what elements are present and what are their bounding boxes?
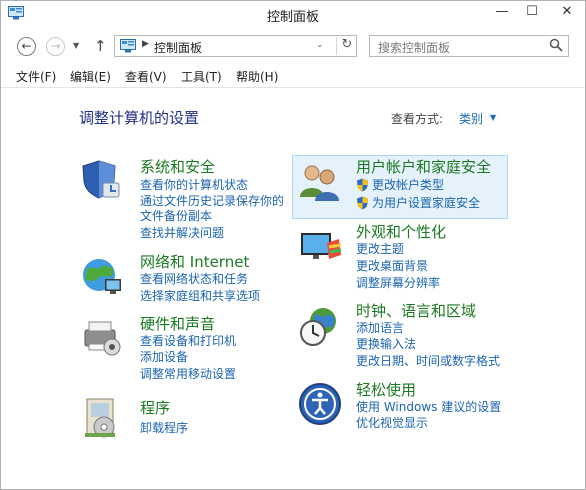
uac-shield-icon (357, 178, 368, 192)
search-icon[interactable] (549, 38, 563, 52)
link-family-safety[interactable]: 为用户设置家庭安全 (372, 195, 480, 211)
breadcrumb-control-panel[interactable]: 控制面板 (154, 39, 202, 56)
link-desktop-background[interactable]: 更改桌面背景 (356, 258, 428, 274)
link-homegroup-sharing[interactable]: 选择家庭组和共享选项 (140, 288, 260, 304)
control-panel-window: 控制面板 — ☐ ✕ ← → ▼ ↑ ▶ 控制面板 ⌄ ↻ 搜索控制面板 文件(… (0, 0, 586, 490)
recent-locations-dropdown[interactable]: ▼ (73, 41, 79, 50)
link-date-time-format[interactable]: 更改日期、时间或数字格式 (356, 353, 500, 369)
menu-view[interactable]: 查看(V) (125, 68, 167, 85)
link-devices-printers[interactable]: 查看设备和打印机 (140, 333, 236, 349)
control-panel-address-icon (120, 39, 136, 53)
link-change-theme[interactable]: 更改主题 (356, 241, 404, 257)
view-by-dropdown[interactable]: 类别 (459, 110, 483, 127)
category-ease-of-access[interactable]: 轻松使用 (356, 379, 416, 400)
category-clock-language-region[interactable]: 时钟、语言和区域 (356, 300, 476, 321)
navigation-bar: ← → ▼ ↑ ▶ 控制面板 ⌄ ↻ 搜索控制面板 (1, 29, 585, 63)
refresh-button[interactable]: ↻ (336, 37, 357, 55)
programs-icon[interactable] (79, 395, 125, 441)
network-internet-icon[interactable] (79, 253, 125, 299)
view-by-label: 查看方式: (391, 112, 444, 126)
appearance-icon[interactable] (297, 225, 343, 271)
ease-of-access-icon[interactable] (297, 381, 343, 427)
address-bar[interactable]: ▶ 控制面板 ⌄ ↻ (114, 35, 357, 57)
link-add-language[interactable]: 添加语言 (356, 320, 404, 336)
minimize-button[interactable]: — (488, 1, 516, 23)
link-change-account-type[interactable]: 更改帐户类型 (372, 177, 444, 193)
uac-shield-icon (357, 196, 368, 210)
menu-bar: 文件(F) 编辑(E) 查看(V) 工具(T) 帮助(H) (1, 65, 585, 88)
link-mobility-settings[interactable]: 调整常用移动设置 (140, 366, 236, 382)
category-system-security[interactable]: 系统和安全 (140, 156, 215, 177)
search-input[interactable]: 搜索控制面板 (378, 39, 450, 56)
back-button[interactable]: ← (17, 37, 36, 56)
category-hardware-sound[interactable]: 硬件和声音 (140, 313, 215, 334)
link-network-status[interactable]: 查看网络状态和任务 (140, 271, 248, 287)
link-windows-recommended-settings[interactable]: 使用 Windows 建议的设置 (356, 399, 501, 415)
system-security-icon[interactable] (79, 157, 125, 203)
clock-language-region-icon[interactable] (297, 303, 343, 349)
category-user-accounts[interactable]: 用户帐户和家庭安全 (356, 156, 491, 177)
view-by-chevron-icon[interactable]: ▼ (490, 113, 496, 122)
menu-edit[interactable]: 编辑(E) (70, 68, 111, 85)
user-accounts-icon[interactable] (297, 159, 343, 205)
page-heading: 调整计算机的设置 (79, 109, 200, 127)
address-dropdown-icon[interactable]: ⌄ (316, 40, 324, 50)
link-file-backup-copy[interactable]: 文件备份副本 (140, 208, 212, 224)
link-change-input-method[interactable]: 更换输入法 (356, 336, 416, 352)
link-uninstall-program[interactable]: 卸载程序 (140, 420, 188, 436)
menu-help[interactable]: 帮助(H) (236, 68, 278, 85)
up-button[interactable]: ↑ (94, 37, 107, 55)
link-troubleshoot[interactable]: 查找并解决问题 (140, 225, 224, 241)
link-view-computer-status[interactable]: 查看你的计算机状态 (140, 177, 248, 193)
link-file-history-backup[interactable]: 通过文件历史记录保存你的 (140, 193, 284, 209)
forward-button[interactable]: → (46, 37, 65, 56)
menu-file[interactable]: 文件(F) (16, 68, 56, 85)
hardware-sound-icon[interactable] (79, 314, 125, 360)
category-network-internet[interactable]: 网络和 Internet (140, 251, 249, 272)
category-programs[interactable]: 程序 (140, 397, 170, 418)
close-button[interactable]: ✕ (549, 1, 585, 23)
breadcrumb-separator-icon[interactable]: ▶ (142, 39, 149, 49)
maximize-button[interactable]: ☐ (518, 1, 546, 23)
link-add-device[interactable]: 添加设备 (140, 349, 188, 365)
menu-tools[interactable]: 工具(T) (181, 68, 222, 85)
title-bar: 控制面板 — ☐ ✕ (1, 1, 585, 27)
category-appearance[interactable]: 外观和个性化 (356, 221, 446, 242)
link-optimize-visual-display[interactable]: 优化视觉显示 (356, 415, 428, 431)
link-screen-resolution[interactable]: 调整屏幕分辨率 (356, 275, 440, 291)
search-box[interactable]: 搜索控制面板 (369, 35, 569, 57)
